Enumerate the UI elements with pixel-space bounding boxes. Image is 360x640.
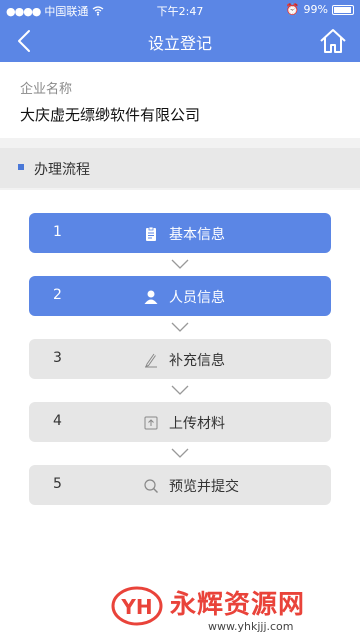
chevron-down-icon	[171, 259, 189, 269]
status-bar: ●●●● 中国联通 下午2:47 ⏰ 99%	[0, 0, 360, 20]
step-number: 1	[53, 224, 62, 240]
step-label-group: 基本信息	[143, 224, 225, 244]
step-personnel-info[interactable]: 2 人员信息	[29, 276, 331, 316]
pen-icon	[145, 353, 157, 368]
step-label: 人员信息	[169, 290, 225, 306]
status-right: ⏰ 99%	[286, 3, 354, 16]
chevron-down-icon	[171, 322, 189, 332]
page-title: 设立登记	[147, 34, 212, 53]
section-bullet-icon	[18, 164, 24, 170]
step-label-group: 预览并提交	[143, 476, 239, 496]
step-label: 补充信息	[169, 353, 225, 369]
step-label-group: 补充信息	[143, 350, 225, 370]
step-number: 4	[53, 413, 62, 429]
section-title: 办理流程	[34, 162, 90, 178]
search-icon	[144, 479, 158, 493]
step-number: 5	[53, 476, 62, 492]
company-name-value: 大庆虚无缥缈软件有限公司	[20, 106, 201, 124]
chevron-down-icon	[171, 385, 189, 395]
chevron-down-icon	[171, 448, 189, 458]
company-name-label: 企业名称	[20, 82, 73, 97]
step-label-group: 上传材料	[143, 413, 225, 433]
step-preview-submit[interactable]: 5 预览并提交	[29, 465, 331, 505]
yh-logo-icon: YH	[111, 586, 163, 626]
svg-text:YH: YH	[120, 595, 152, 619]
home-icon[interactable]	[318, 26, 348, 56]
step-label: 上传材料	[169, 416, 225, 432]
upload-icon	[144, 416, 158, 430]
alarm-icon: ⏰	[285, 3, 300, 16]
step-supplementary-info[interactable]: 3 补充信息	[29, 339, 331, 379]
watermark: YH 永辉资源网 www.yhkjjj.com	[110, 584, 340, 636]
battery-icon	[332, 4, 354, 15]
clipboard-icon	[146, 226, 156, 241]
step-label: 预览并提交	[169, 479, 239, 495]
step-upload-materials[interactable]: 4 上传材料	[29, 402, 331, 442]
person-icon	[144, 290, 158, 304]
watermark-brand: 永辉资源网	[170, 590, 306, 620]
battery-percent: 99%	[303, 3, 328, 16]
step-label-group: 人员信息	[143, 287, 225, 307]
step-label: 基本信息	[169, 227, 225, 243]
nav-bar: 设立登记	[0, 20, 360, 62]
step-number: 3	[53, 350, 62, 366]
step-number: 2	[53, 287, 62, 303]
process-section-header: 办理流程	[0, 148, 360, 188]
watermark-url: www.yhkjjj.com	[208, 620, 294, 633]
step-basic-info[interactable]: 1 基本信息	[29, 213, 331, 253]
process-steps: 1 基本信息 2 人员信息 3 补充信息 4 上传材料 5 预览并提交	[0, 190, 360, 640]
company-card: 企业名称 大庆虚无缥缈软件有限公司	[0, 62, 360, 138]
